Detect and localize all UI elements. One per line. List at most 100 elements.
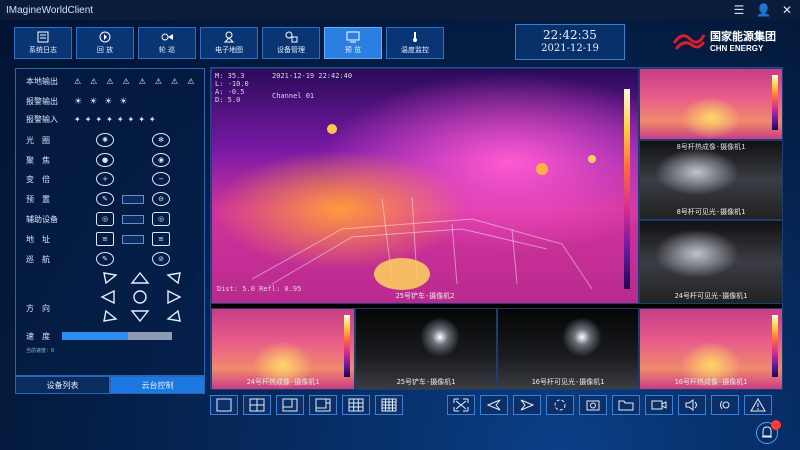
iris-open-icon[interactable]: ✺	[96, 133, 114, 147]
talk-button[interactable]	[711, 395, 739, 415]
snapshot-button[interactable]	[579, 395, 607, 415]
layout-16-button[interactable]	[375, 395, 403, 415]
focus-near-icon[interactable]: ●	[96, 153, 114, 167]
folder-button[interactable]	[612, 395, 640, 415]
cruise-stop-icon[interactable]: ⊘	[152, 252, 170, 266]
snapshot-icon	[586, 400, 600, 411]
toolbar-preview-button[interactable]: 预 览	[324, 27, 382, 59]
zoom-in-icon[interactable]: +	[96, 172, 114, 186]
notification-bell[interactable]	[756, 420, 781, 444]
aux-off-icon[interactable]: ◎	[152, 212, 170, 226]
up-right-arrow-icon	[166, 272, 181, 285]
layout-4-button[interactable]	[243, 395, 271, 415]
iris-close-icon[interactable]: ✻	[152, 133, 170, 147]
fullscreen-button[interactable]	[447, 395, 475, 415]
cruise-start-icon[interactable]: ✎	[96, 252, 114, 266]
direction-pad[interactable]	[96, 269, 186, 325]
preset-row: 预 置 ✎ ⊖	[26, 192, 170, 206]
thermometer-icon	[413, 32, 417, 42]
toolbar-playback-button[interactable]: 回 放	[76, 27, 134, 59]
address-set-icon[interactable]: ≡	[96, 232, 114, 246]
video-tile[interactable]: 16号杆热成像-摄像机1	[639, 308, 783, 390]
toolbar-patrol-button[interactable]: 轮 巡	[138, 27, 196, 59]
video-main-cell[interactable]: M: 35.3 L: -10.0 A: -0.5 D: 5.0 2021-12-…	[211, 68, 639, 304]
layout-6-button[interactable]	[276, 395, 304, 415]
menu-icon[interactable]: ☰	[732, 3, 746, 17]
alarm-button[interactable]	[744, 395, 772, 415]
record-button[interactable]	[645, 395, 673, 415]
local-output-row: 本地输出 ⚠⚠⚠⚠⚠⚠⚠⚠	[26, 76, 203, 87]
layout-buttons	[210, 395, 403, 415]
address-number-field[interactable]	[122, 234, 144, 244]
video-tile[interactable]: 16号杆可见光-摄像机1	[497, 308, 639, 390]
person-icon[interactable]: 👤	[756, 3, 771, 17]
talk-icon	[720, 400, 730, 410]
alarm-output-icons[interactable]: ☀☀☀☀	[74, 97, 134, 107]
aux-label: 辅助设备	[26, 214, 58, 224]
next-button[interactable]	[513, 395, 541, 415]
alarm-output-row: 报警输出 ☀☀☀☀	[26, 96, 134, 107]
iris-row: 光 圈 ✺ ✻	[26, 133, 170, 147]
video-tile[interactable]: 24号杆热成像-摄像机1	[211, 308, 355, 390]
preview-icon	[346, 31, 360, 43]
video-tile[interactable]	[639, 68, 783, 140]
device-icon	[285, 31, 298, 43]
volume-button[interactable]	[678, 395, 706, 415]
alarm-output-label: 报警输出	[26, 97, 58, 106]
address-label: 地 址	[26, 234, 50, 244]
alarm-icon	[750, 398, 766, 412]
output-indicator-icons: ⚠⚠⚠⚠⚠⚠⚠⚠	[74, 77, 204, 86]
toolbar-temperature-button[interactable]: 温度监控	[386, 27, 444, 59]
preset-call-icon[interactable]: ⊖	[152, 192, 170, 206]
alarm-input-icons[interactable]: ✦✦✦✦✦✦✦✦	[74, 115, 160, 124]
clock-date: 2021-12-19	[541, 43, 599, 54]
toolbar-label: 系统日志	[29, 46, 57, 54]
prev-button[interactable]	[480, 395, 508, 415]
toolbar-map-button[interactable]: 电子地图	[200, 27, 258, 59]
action-buttons	[447, 395, 772, 415]
address-row: 地 址 ≡ ≡	[26, 232, 170, 246]
focus-row: 聚 焦 ● ◉	[26, 153, 170, 167]
layout-16-icon	[381, 398, 397, 412]
focus-far-icon[interactable]: ◉	[152, 153, 170, 167]
zoom-row: 变 倍 + −	[26, 172, 170, 186]
close-icon[interactable]: ✕	[780, 3, 794, 17]
toolbar-device-button[interactable]: 设备管理	[262, 27, 320, 59]
preset-number-field[interactable]	[122, 194, 144, 204]
address-clear-icon[interactable]: ≡	[152, 232, 170, 246]
speed-slider[interactable]	[62, 332, 172, 340]
video-tile[interactable]: 8号杆热成像-摄像机1 8号杆可见光-摄像机1	[639, 140, 783, 220]
toolbar-system-log-button[interactable]: 系统日志	[14, 27, 72, 59]
main-scene-lines	[251, 124, 596, 290]
left-arrow-icon	[100, 289, 115, 305]
temperature-scale	[772, 75, 778, 130]
alarm-input-row: 报警输入 ✦✦✦✦✦✦✦✦	[26, 114, 160, 125]
temperature-scale	[772, 315, 778, 377]
preset-set-icon[interactable]: ✎	[96, 192, 114, 206]
video-tile[interactable]: 25号铲车-摄像机1	[355, 308, 497, 390]
reset-icon	[133, 290, 147, 304]
focus-label: 聚 焦	[26, 155, 50, 165]
refresh-icon	[554, 399, 566, 411]
playback-icon	[99, 31, 111, 43]
next-icon	[520, 399, 535, 411]
zoom-out-icon[interactable]: −	[152, 172, 170, 186]
layout-9-button[interactable]	[342, 395, 370, 415]
up-arrow-icon	[130, 271, 150, 284]
refresh-button[interactable]	[546, 395, 574, 415]
layout-8-button[interactable]	[309, 395, 337, 415]
tile-caption: 24号杆可见光-摄像机1	[674, 292, 748, 300]
preset-label: 预 置	[26, 194, 50, 204]
toolbar-label: 温度监控	[401, 46, 429, 54]
tab-device-list[interactable]: 设备列表	[15, 376, 110, 394]
aux-number-field[interactable]	[122, 214, 144, 224]
layout-1-button[interactable]	[210, 395, 238, 415]
toolbar-label: 轮 巡	[158, 46, 176, 54]
app-title: IMagineWorldClient	[6, 4, 94, 16]
tab-ptz-control[interactable]: 云台控制	[110, 376, 205, 394]
aux-on-icon[interactable]: ◎	[96, 212, 114, 226]
main-caption: 25号铲车-摄像机2	[395, 292, 455, 300]
main-toolbar: 系统日志 回 放 轮 巡 电子地图 设备管理 预 览 温度监控	[14, 27, 444, 59]
video-tile[interactable]: 24号杆可见光-摄像机1	[639, 220, 783, 304]
layout-4-icon	[249, 398, 265, 412]
